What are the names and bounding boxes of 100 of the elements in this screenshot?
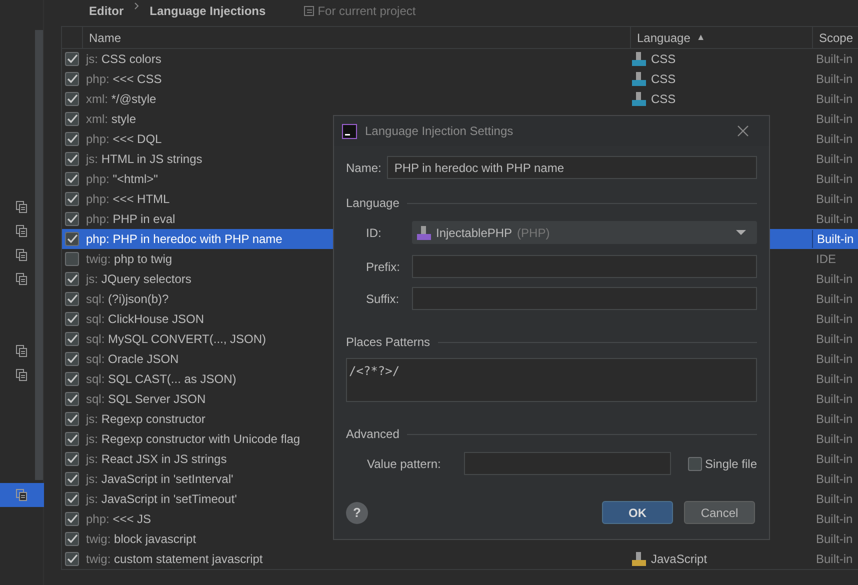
checkmark-icon (66, 294, 78, 304)
table-cell[interactable]: sql: SQL CAST(... as JSON) (86, 372, 236, 386)
checkmark-icon (66, 314, 78, 324)
checkmark-icon (66, 274, 78, 284)
section-title: Places Patterns (346, 334, 430, 351)
checkbox[interactable] (65, 312, 79, 326)
checkmark-icon (66, 534, 78, 544)
table-cell-text: Built-in (815, 471, 854, 488)
table-cell-text: Built-in (815, 51, 854, 68)
field-label: Value pattern: (366, 456, 442, 472)
table-cell[interactable]: js: Regexp constructor (86, 412, 206, 426)
table-cell[interactable]: js: JQuery selectors (86, 272, 192, 286)
column-header[interactable]: Language ▲ (630, 27, 812, 49)
checkbox[interactable] (65, 392, 79, 406)
table-cell[interactable]: sql: Oracle JSON (86, 352, 179, 366)
table-cell[interactable]: twig: block javascript (86, 532, 196, 546)
checkbox[interactable] (65, 212, 79, 226)
table-cell: Built-in (812, 230, 858, 248)
table-cell[interactable]: twig: php to twig (86, 252, 172, 266)
table-cell[interactable]: sql: MySQL CONVERT(..., JSON) (86, 332, 266, 346)
checkbox[interactable] (65, 132, 79, 146)
value-pattern-field[interactable] (464, 452, 671, 475)
copy-icon (16, 369, 27, 381)
copy-icon (16, 225, 27, 237)
checkbox[interactable] (65, 72, 79, 86)
checkbox[interactable] (65, 252, 79, 266)
table-cell[interactable]: php: PHP in eval (86, 212, 176, 226)
checkbox[interactable] (65, 232, 79, 246)
ok-button[interactable]: OK (602, 501, 673, 524)
checkbox[interactable] (65, 112, 79, 126)
checkbox[interactable] (65, 432, 79, 446)
file-type-icon (417, 226, 431, 240)
checkbox[interactable] (65, 492, 79, 506)
checkbox[interactable] (65, 352, 79, 366)
checkbox[interactable] (688, 456, 702, 470)
file-type-icon (632, 552, 646, 566)
table-cell[interactable]: js: Regexp constructor with Unicode flag (86, 432, 300, 446)
field-label: Name: (346, 160, 382, 176)
checkbox[interactable] (65, 532, 79, 546)
table-cell-text: Built-in (815, 311, 854, 328)
table-cell-text: Built-in (815, 131, 854, 148)
checkbox[interactable] (65, 292, 79, 306)
checkmark-icon (66, 134, 78, 144)
table-cell[interactable]: js: HTML in JS strings (86, 152, 202, 166)
checkbox[interactable] (65, 192, 79, 206)
checkbox[interactable] (65, 412, 79, 426)
name-field[interactable]: PHP in heredoc with PHP name (387, 156, 757, 179)
checkbox[interactable] (65, 452, 79, 466)
checkmark-icon (66, 114, 78, 124)
table-cell[interactable]: twig: custom statement javascript (86, 552, 263, 566)
file-type-icon (632, 92, 646, 106)
table-cell-text: IDE (815, 251, 838, 268)
copy-icon (16, 345, 27, 357)
cancel-button[interactable]: Cancel (684, 501, 755, 524)
breadcrumb-item[interactable]: Editor (89, 2, 124, 20)
column-header[interactable]: Scope (812, 27, 858, 49)
prefix-field[interactable] (412, 255, 757, 278)
checkbox[interactable] (65, 92, 79, 106)
table-cell[interactable]: sql: (?i)json(b)? (86, 292, 169, 306)
table-cell-text: Built-in (815, 171, 854, 188)
scrollbar[interactable] (35, 30, 43, 480)
checkmark-icon (66, 154, 78, 164)
checkbox[interactable] (65, 512, 79, 526)
table-cell-text: Built-in (815, 371, 854, 388)
checkbox[interactable] (65, 552, 79, 566)
checkmark-icon (66, 234, 78, 244)
table-cell[interactable]: js: JavaScript in 'setInterval' (86, 472, 234, 486)
table-cell[interactable]: sql: ClickHouse JSON (86, 312, 204, 326)
checkbox[interactable] (65, 152, 79, 166)
table-cell[interactable]: php: "<html>" (86, 172, 158, 186)
checkbox[interactable] (65, 472, 79, 486)
checkbox-label[interactable]: Single file (704, 454, 757, 472)
file-type-icon (632, 72, 646, 86)
checkbox[interactable] (65, 172, 79, 186)
patterns-field[interactable]: /<?*?>/ (346, 358, 757, 402)
suffix-field[interactable] (412, 287, 757, 310)
table-cell[interactable]: php: <<< CSS (86, 72, 162, 86)
table-cell-text: Built-in (815, 531, 854, 548)
help-button[interactable]: ? (346, 502, 368, 524)
close-button[interactable] (737, 125, 749, 137)
table-cell[interactable]: php: <<< HTML (86, 192, 170, 206)
table-cell[interactable]: php: <<< JS (86, 512, 152, 526)
table-cell[interactable]: xml: style (86, 112, 136, 126)
language-dropdown[interactable]: InjectablePHP (PHP) (412, 221, 757, 244)
checkbox[interactable] (65, 332, 79, 346)
table-cell[interactable]: js: React JSX in JS strings (86, 452, 227, 466)
breadcrumb-item[interactable]: Language Injections (150, 2, 266, 20)
table-cell[interactable]: xml: */@style (86, 92, 156, 106)
sidebar-item[interactable] (0, 483, 44, 507)
checkmark-icon (66, 474, 78, 484)
checkbox[interactable] (65, 372, 79, 386)
checkbox[interactable] (65, 52, 79, 66)
checkbox[interactable] (65, 272, 79, 286)
column-header[interactable]: Name (82, 27, 630, 49)
table-cell[interactable]: php: <<< DQL (86, 132, 162, 146)
table-cell[interactable]: php: PHP in heredoc with PHP name (86, 232, 282, 246)
table-cell[interactable]: sql: SQL Server JSON (86, 392, 206, 406)
table-cell-text: CSS (651, 71, 676, 88)
table-cell[interactable]: js: JavaScript in 'setTimeout' (86, 492, 237, 506)
table-cell[interactable]: js: CSS colors (86, 52, 162, 66)
